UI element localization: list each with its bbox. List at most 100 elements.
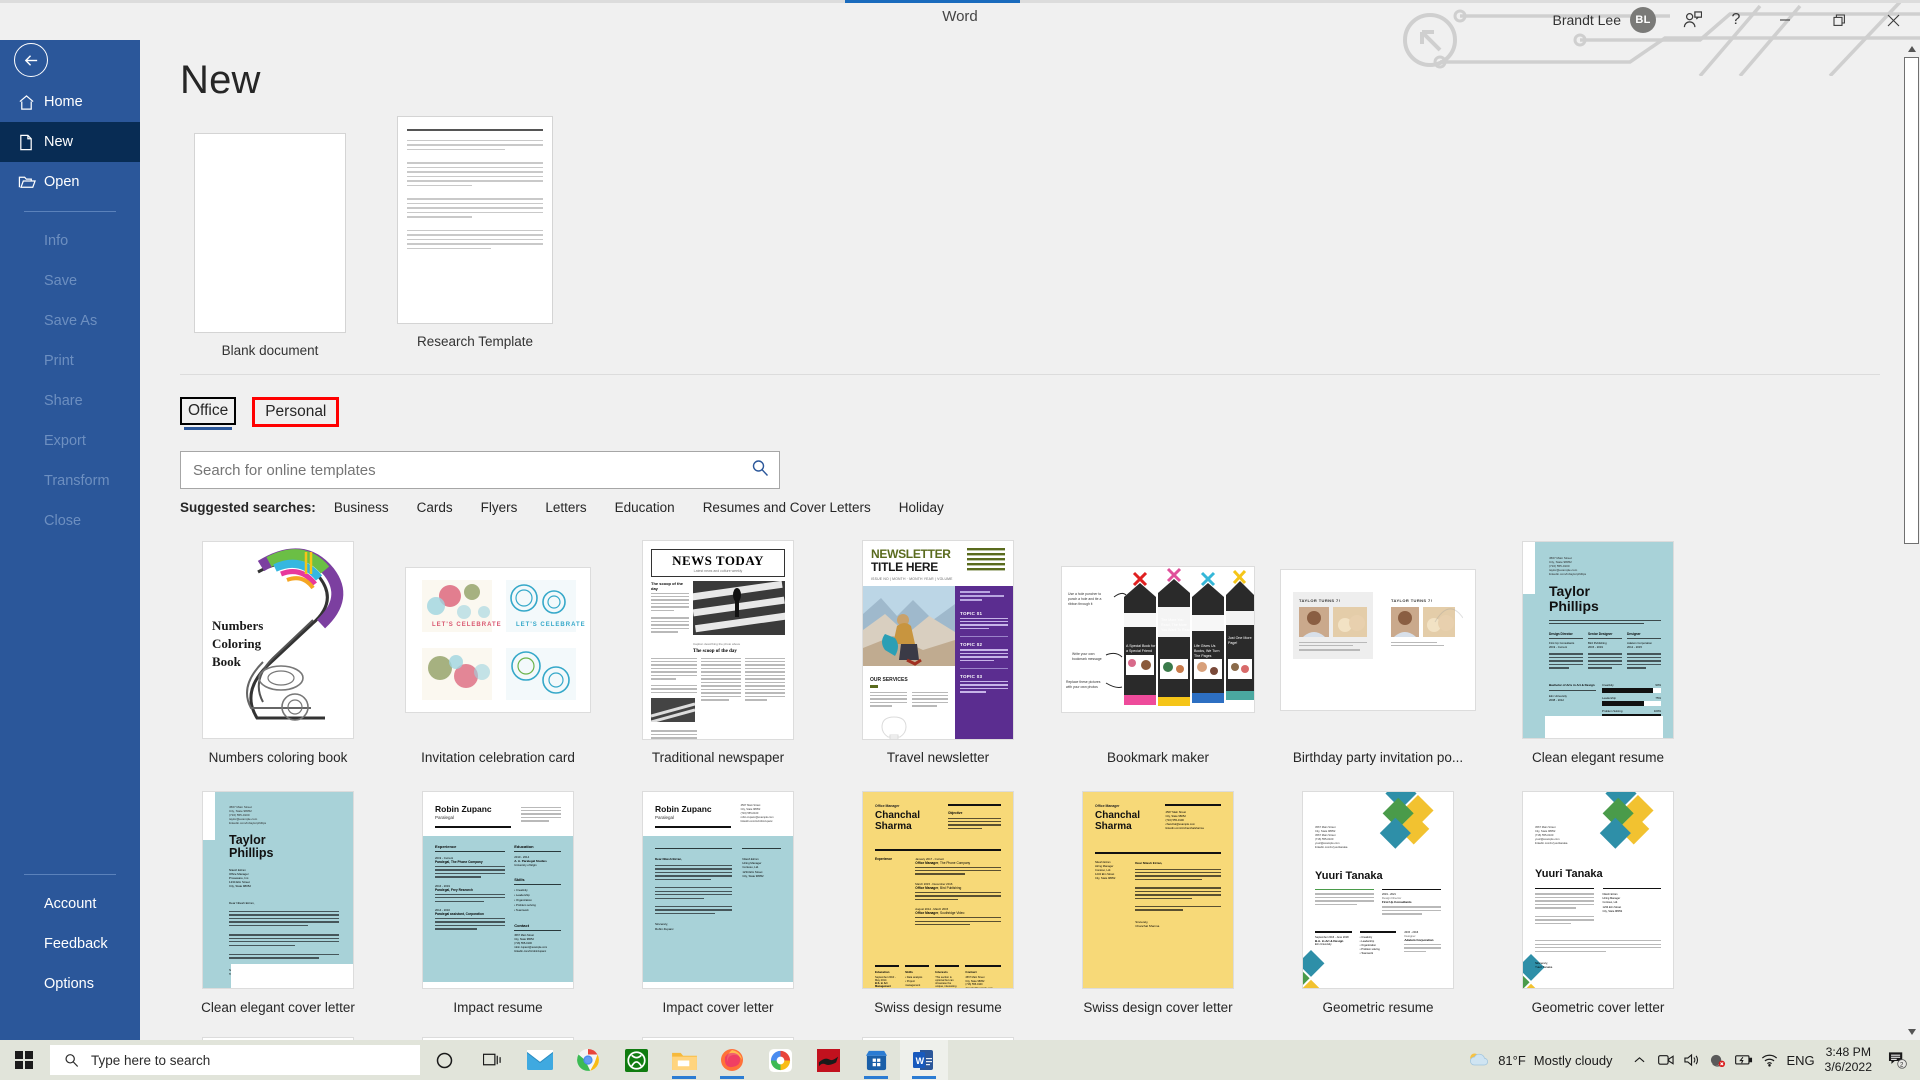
template-card[interactable]: 4567 Main Street City, State 98052 4567 Ma… bbox=[1280, 787, 1476, 1015]
sidebar-item-feedback[interactable]: Feedback bbox=[0, 924, 140, 964]
search-icon[interactable] bbox=[751, 459, 769, 482]
suggested-business[interactable]: Business bbox=[334, 500, 389, 515]
task-view-icon[interactable] bbox=[468, 1040, 516, 1080]
template-card[interactable]: TAYLOR TURNS 7! TAYLOR TURNS 7! Birthday… bbox=[1280, 537, 1476, 765]
person-add-icon[interactable] bbox=[1670, 0, 1714, 40]
template-card[interactable]: NEWSLETTER TITLE HERE ISSUE NO | MONTH ·… bbox=[840, 537, 1036, 765]
template-thumbnail[interactable]: Robin Zupanc Paralegal Experience 2019 -… bbox=[400, 787, 596, 992]
template-card[interactable]: Numbers Coloring Book Numbers coloring b… bbox=[180, 537, 376, 765]
featured-blank-document[interactable]: Blank document bbox=[180, 133, 360, 358]
windows-start-icon[interactable] bbox=[0, 1040, 48, 1080]
template-thumbnail[interactable]: A Special Book for a Special Friend The … bbox=[1060, 537, 1256, 742]
template-thumbnail[interactable]: 4567 Main Street City, State 98052 (716) 5… bbox=[180, 787, 376, 992]
template-thumbnail[interactable]: TAYLOR TURNS 7! TAYLOR TURNS 7! bbox=[1280, 537, 1476, 742]
template-card[interactable]: 4567 Main Street City, State 98052 (716) 5… bbox=[180, 787, 376, 1015]
chevron-up-icon[interactable] bbox=[1627, 1040, 1653, 1080]
impact-name: Robin Zupanc bbox=[435, 803, 492, 814]
tab-personal[interactable]: Personal bbox=[252, 397, 340, 427]
svg-text:W: W bbox=[916, 1056, 925, 1066]
avatar[interactable]: BL bbox=[1630, 7, 1656, 33]
taskbar-app-xbox[interactable] bbox=[612, 1040, 660, 1080]
template-card[interactable]: Robin Zupanc Paralegal Experience 2019 -… bbox=[400, 787, 596, 1015]
geo-cover-name: Yuuri Tanaka bbox=[1535, 867, 1603, 880]
sidebar-item-open[interactable]: Open bbox=[0, 162, 140, 202]
camera-icon[interactable] bbox=[1653, 1040, 1679, 1080]
scrollbar[interactable] bbox=[1903, 40, 1920, 1040]
suggested-letters[interactable]: Letters bbox=[545, 500, 586, 515]
research-template-thumbnail[interactable] bbox=[397, 116, 553, 324]
taskbar-app-red-app[interactable] bbox=[804, 1040, 852, 1080]
template-caption: Clean elegant cover letter bbox=[201, 1000, 355, 1015]
notification-icon[interactable]: 2 bbox=[1880, 1040, 1914, 1080]
sidebar-item-transform: Transform bbox=[0, 461, 140, 501]
scrollbar-thumb[interactable] bbox=[1904, 57, 1919, 544]
search-box[interactable] bbox=[180, 451, 780, 489]
taskbar-app-word[interactable]: W bbox=[900, 1040, 948, 1080]
sidebar-item-print: Print bbox=[0, 341, 140, 381]
account-name[interactable]: Brandt Lee bbox=[1553, 12, 1622, 28]
taskbar-app-mail[interactable] bbox=[516, 1040, 564, 1080]
sidebar-item-label: Export bbox=[44, 433, 86, 449]
minimize-button[interactable] bbox=[1758, 0, 1812, 40]
mic-muted-icon[interactable] bbox=[1705, 1040, 1731, 1080]
template-card[interactable]: 4567 Main Street City, State 98052 (716) 5… bbox=[1500, 787, 1696, 1015]
close-button[interactable] bbox=[1866, 0, 1920, 40]
wifi-icon[interactable] bbox=[1757, 1040, 1783, 1080]
template-thumbnail[interactable]: 4567 Main Street City, State 98052 (716) 5… bbox=[1500, 537, 1696, 742]
taskbar-app-creative-cloud[interactable] bbox=[756, 1040, 804, 1080]
template-thumbnail[interactable]: 4567 Main Street City, State 98052 (716) 5… bbox=[1500, 787, 1696, 992]
template-card[interactable]: 4567 Main Street City, State 98052 (716) 5… bbox=[1500, 537, 1696, 765]
battery-icon[interactable] bbox=[1731, 1040, 1757, 1080]
template-card[interactable]: LET'S CELEBRATE LET'S CELEBRATE Invitati… bbox=[400, 537, 596, 765]
scroll-down-button[interactable] bbox=[1903, 1023, 1920, 1040]
template-card[interactable]: NEWS TODAY Latest news and culture weekl… bbox=[620, 537, 816, 765]
help-icon[interactable]: ? bbox=[1714, 0, 1758, 40]
featured-research-template[interactable]: Research Template bbox=[385, 116, 565, 349]
taskbar-app-chrome[interactable] bbox=[564, 1040, 612, 1080]
suggested-holiday[interactable]: Holiday bbox=[899, 500, 944, 515]
template-thumbnail[interactable]: LET'S CELEBRATE LET'S CELEBRATE bbox=[400, 537, 596, 742]
template-thumbnail[interactable]: NEWS TODAY Latest news and culture weekl… bbox=[620, 537, 816, 742]
template-card[interactable]: A Special Book for a Special Friend The … bbox=[1060, 537, 1256, 765]
suggested-label: Suggested searches: bbox=[180, 500, 316, 515]
taskbar-app-firefox[interactable] bbox=[708, 1040, 756, 1080]
impact-cover-role: Paralegal bbox=[655, 814, 675, 820]
newsletter-topic-3: TOPIC 03 bbox=[960, 674, 983, 679]
language-indicator[interactable]: ENG bbox=[1783, 1040, 1819, 1080]
sidebar-item-info: Info bbox=[0, 221, 140, 261]
suggested-education[interactable]: Education bbox=[615, 500, 675, 515]
taskbar-search-box[interactable]: Type here to search bbox=[50, 1045, 420, 1075]
top-progress-sliver bbox=[0, 0, 1920, 3]
taskbar-app-microsoft-store[interactable] bbox=[852, 1040, 900, 1080]
coloring-line-2: Coloring bbox=[212, 636, 262, 651]
search-input[interactable] bbox=[193, 461, 751, 479]
cortana-circle-icon[interactable] bbox=[420, 1040, 468, 1080]
partly-cloudy-icon bbox=[1468, 1052, 1490, 1068]
template-card[interactable]: Office Manager Chanchal Sharma Objective bbox=[840, 787, 1036, 1015]
sidebar-item-options[interactable]: Options bbox=[0, 964, 140, 1004]
blank-document-thumbnail[interactable] bbox=[194, 133, 346, 333]
template-card[interactable]: Robin Zupanc Paralegal 4567 Main Street C… bbox=[620, 787, 816, 1015]
template-card[interactable]: Office Manager Chanchal Sharma 4567 Main… bbox=[1060, 787, 1256, 1015]
suggested-cards[interactable]: Cards bbox=[417, 500, 453, 515]
sidebar-item-account[interactable]: Account bbox=[0, 884, 140, 924]
restore-button[interactable] bbox=[1812, 0, 1866, 40]
taskbar-app-file-explorer[interactable] bbox=[660, 1040, 708, 1080]
suggested-resumes[interactable]: Resumes and Cover Letters bbox=[703, 500, 871, 515]
clock[interactable]: 3:48 PM 3/6/2022 bbox=[1825, 1045, 1872, 1075]
template-thumbnail[interactable]: 4567 Main Street City, State 98052 4567 Ma… bbox=[1280, 787, 1476, 992]
suggested-flyers[interactable]: Flyers bbox=[481, 500, 518, 515]
template-thumbnail[interactable]: Robin Zupanc Paralegal 4567 Main Street C… bbox=[620, 787, 816, 992]
svg-text:Books, We Turn: Books, We Turn bbox=[1194, 649, 1220, 653]
back-arrow-icon[interactable] bbox=[14, 43, 48, 77]
template-thumbnail[interactable]: NEWSLETTER TITLE HERE ISSUE NO | MONTH ·… bbox=[840, 537, 1036, 742]
sidebar-item-home[interactable]: Home bbox=[0, 82, 140, 122]
template-thumbnail[interactable]: Numbers Coloring Book bbox=[180, 537, 376, 742]
sidebar-item-new[interactable]: New bbox=[0, 122, 140, 162]
weather-widget[interactable]: 81°F Mostly cloudy bbox=[1468, 1052, 1613, 1068]
template-thumbnail[interactable]: Office Manager Chanchal Sharma Objective bbox=[840, 787, 1036, 992]
tab-office[interactable]: Office bbox=[180, 397, 237, 430]
cover-last-name: Phillips bbox=[229, 846, 274, 861]
template-thumbnail[interactable]: Office Manager Chanchal Sharma 4567 Main… bbox=[1060, 787, 1256, 992]
volume-icon[interactable] bbox=[1679, 1040, 1705, 1080]
